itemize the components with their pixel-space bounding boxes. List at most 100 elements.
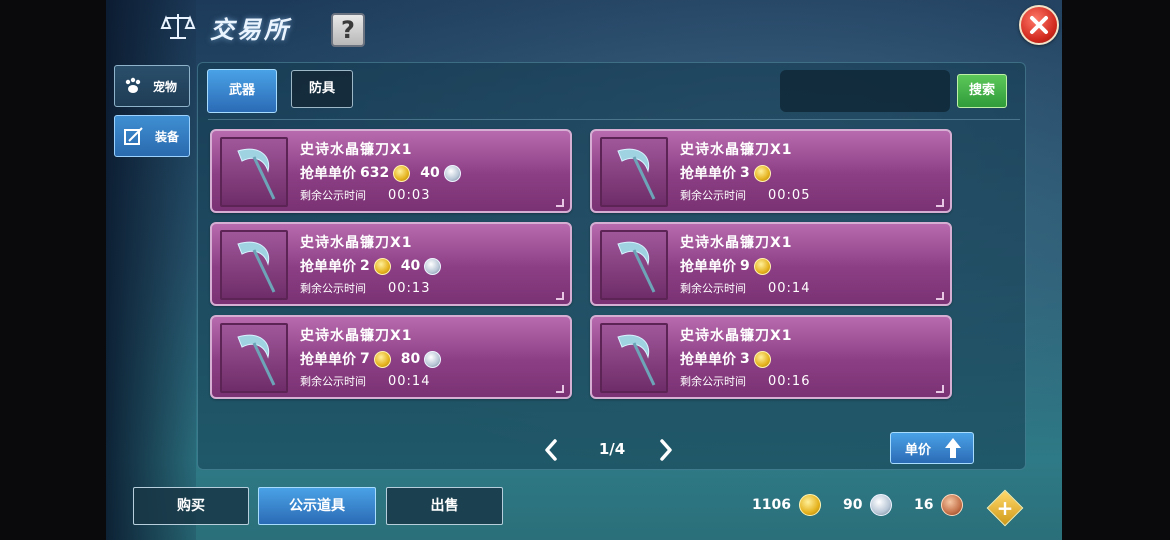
price-row: 抢单单价 7 80	[300, 349, 442, 369]
corner-mark	[936, 199, 944, 207]
prev-page-button[interactable]	[542, 438, 560, 462]
silver-coin-icon	[443, 164, 461, 182]
item-name: 史诗水晶镰刀X1	[300, 142, 413, 158]
item-thumbnail	[600, 230, 668, 300]
close-icon	[1030, 16, 1048, 34]
price-label: 抢单单价	[680, 166, 736, 182]
corner-mark	[556, 292, 564, 300]
item-name: 史诗水晶镰刀X1	[680, 328, 793, 344]
paw-icon	[125, 77, 141, 93]
next-page-button[interactable]	[657, 438, 675, 462]
search-input[interactable]	[780, 70, 950, 112]
silver-coin-icon	[870, 494, 893, 516]
time-row: 剩余公示时间 00:13	[300, 280, 430, 296]
scythe-icon	[617, 241, 656, 293]
page-indicator: 1/4	[598, 440, 626, 458]
silver-price: 40	[420, 165, 440, 181]
page-title: 交易所	[210, 16, 291, 44]
remaining-time: 00:14	[388, 373, 431, 389]
scale-icon	[160, 14, 196, 39]
silver-price: 40	[400, 258, 421, 274]
listing-card[interactable]: 史诗水晶镰刀X1 抢单单价 2 40 剩余公示时间 00:13	[210, 222, 572, 306]
sort-label: 单价	[905, 442, 932, 458]
bronze-coin-icon	[941, 494, 964, 516]
left-letterbox	[0, 0, 106, 540]
time-row: 剩余公示时间 00:05	[680, 187, 810, 203]
item-name: 史诗水晶镰刀X1	[300, 328, 413, 344]
item-thumbnail	[220, 323, 288, 393]
price-row: 抢单单价 632 40	[300, 163, 461, 183]
tab-weapons[interactable]: 武器	[207, 69, 277, 113]
sidebar-item-label: 宠物	[153, 79, 178, 94]
gold-coin-icon	[373, 257, 391, 275]
time-row: 剩余公示时间 00:16	[680, 373, 810, 389]
sort-arrow-icon	[945, 438, 962, 458]
sidebar-item-equipment[interactable]: 装备	[114, 115, 190, 157]
gold-price: 3	[740, 165, 750, 181]
remaining-time: 00:16	[768, 373, 811, 389]
item-thumbnail	[600, 137, 668, 207]
time-row: 剩余公示时间 00:14	[300, 373, 430, 389]
sort-by-unit-price-button[interactable]: 单价	[890, 432, 974, 464]
listing-card[interactable]: 史诗水晶镰刀X1 抢单单价 7 80 剩余公示时间 00:14	[210, 315, 572, 399]
listing-card[interactable]: 史诗水晶镰刀X1 抢单单价 3 剩余公示时间 00:05	[590, 129, 952, 213]
gold-coin-icon	[798, 494, 821, 516]
corner-mark	[936, 292, 944, 300]
item-thumbnail	[220, 137, 288, 207]
tab-armor[interactable]: 防具	[291, 70, 353, 108]
sell-tab[interactable]: 出售	[386, 487, 503, 525]
time-label: 剩余公示时间	[680, 375, 746, 388]
public-items-tab[interactable]: 公示道具	[258, 487, 376, 525]
tab-divider	[208, 119, 1020, 120]
silver-balance: 90	[843, 494, 893, 516]
time-row: 剩余公示时间 00:14	[680, 280, 810, 296]
corner-mark	[936, 385, 944, 393]
gold-coin-icon	[753, 350, 771, 368]
listing-card[interactable]: 史诗水晶镰刀X1 抢单单价 9 剩余公示时间 00:14	[590, 222, 952, 306]
item-name: 史诗水晶镰刀X1	[680, 142, 793, 158]
corner-mark	[556, 199, 564, 207]
time-row: 剩余公示时间 00:03	[300, 187, 430, 203]
equipment-icon	[124, 127, 143, 145]
price-label: 抢单单价	[300, 352, 356, 368]
bronze-amount: 16	[914, 497, 934, 513]
price-label: 抢单单价	[680, 259, 736, 275]
close-button[interactable]	[1019, 5, 1059, 45]
sidebar-item-pet[interactable]: 宠物	[114, 65, 190, 107]
listing-card[interactable]: 史诗水晶镰刀X1 抢单单价 632 40 剩余公示时间 00:03	[210, 129, 572, 213]
gold-coin-icon	[753, 164, 771, 182]
scythe-icon	[237, 334, 276, 386]
plus-icon: +	[996, 496, 1014, 520]
right-letterbox	[1062, 0, 1170, 540]
sidebar-item-label: 装备	[155, 129, 180, 144]
time-label: 剩余公示时间	[680, 189, 746, 202]
corner-mark	[556, 385, 564, 393]
item-name: 史诗水晶镰刀X1	[300, 235, 413, 251]
scythe-icon	[617, 334, 656, 386]
gold-coin-icon	[753, 257, 771, 275]
price-label: 抢单单价	[300, 166, 356, 182]
listing-card[interactable]: 史诗水晶镰刀X1 抢单单价 3 剩余公示时间 00:16	[590, 315, 952, 399]
gold-price: 2	[360, 258, 370, 274]
search-button[interactable]: 搜索	[957, 74, 1007, 108]
silver-coin-icon	[424, 350, 442, 368]
scythe-icon	[237, 148, 276, 200]
price-row: 抢单单价 2 40	[300, 256, 442, 276]
gold-coin-icon	[393, 164, 411, 182]
time-label: 剩余公示时间	[300, 189, 366, 202]
help-button[interactable]: ?	[331, 13, 365, 47]
price-row: 抢单单价 3	[680, 163, 771, 183]
buy-tab[interactable]: 购买	[133, 487, 249, 525]
scythe-icon	[617, 148, 656, 200]
time-label: 剩余公示时间	[300, 375, 366, 388]
time-label: 剩余公示时间	[680, 282, 746, 295]
bronze-balance: 16	[914, 494, 964, 516]
gold-coin-icon	[373, 350, 391, 368]
gold-price: 9	[740, 258, 750, 274]
gold-price: 7	[360, 351, 370, 367]
item-name: 史诗水晶镰刀X1	[680, 235, 793, 251]
item-thumbnail	[600, 323, 668, 393]
silver-price: 80	[400, 351, 421, 367]
price-label: 抢单单价	[680, 352, 736, 368]
silver-coin-icon	[424, 257, 442, 275]
